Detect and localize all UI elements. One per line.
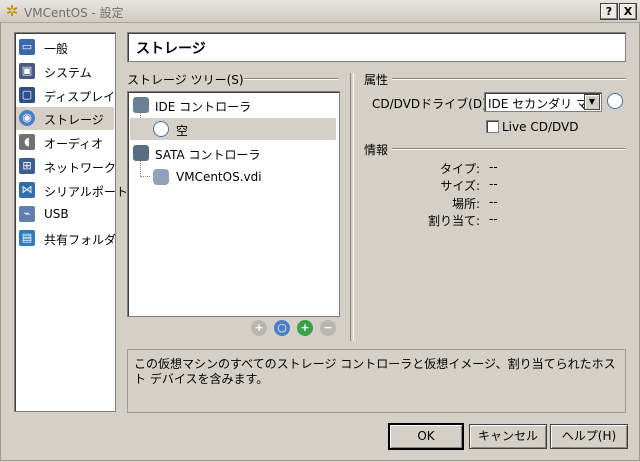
sidebar-item-label: オーディオ — [44, 137, 104, 151]
usb-icon: ⌁ — [19, 206, 35, 222]
sidebar-item-label: 共有フォルダ — [44, 233, 117, 247]
sidebar-item-label: システム — [44, 66, 92, 80]
tree-node-label: 空 — [176, 124, 189, 138]
info-header: 情報 — [364, 143, 389, 157]
live-cd-label: Live CD/DVD — [502, 120, 579, 134]
hard-disk-icon — [153, 169, 169, 185]
storage-tree-header: ストレージ ツリー(S) — [127, 73, 244, 87]
info-location-label: 場所: — [451, 197, 480, 211]
info-attached-label: 割り当て: — [427, 214, 480, 228]
chevron-down-icon[interactable]: ▼ — [584, 94, 600, 110]
storage-tree[interactable]: IDE コントローラ 空 SATA コントローラ VMCentOS.vdi — [127, 91, 340, 317]
gear-icon: ✲ — [5, 2, 19, 20]
sidebar-item-label: シリアルポート — [44, 185, 128, 199]
sidebar-item-label: USB — [44, 207, 69, 221]
audio-icon: ◖ — [19, 134, 35, 150]
remove-attachment-icon[interactable]: − — [320, 320, 336, 336]
info-attached-value: -- — [489, 212, 498, 226]
sidebar-item-label: ネットワーク — [44, 161, 117, 175]
tree-node-sata-controller[interactable]: SATA コントローラ — [130, 142, 336, 164]
attributes-header: 属性 — [364, 73, 389, 87]
shared-folder-icon: ▤ — [19, 230, 35, 246]
add-cd-icon[interactable]: ○ — [274, 320, 290, 336]
sidebar-item-serial-port[interactable]: ⋈ シリアルポート — [16, 179, 128, 202]
sata-controller-icon — [133, 145, 149, 161]
network-icon: ⊞ — [19, 158, 35, 174]
display-icon: ▢ — [19, 87, 35, 103]
tree-node-label: SATA コントローラ — [155, 148, 261, 162]
sidebar-item-system[interactable]: ▣ システム — [16, 60, 114, 83]
tree-node-vdi-disk[interactable]: VMCentOS.vdi — [130, 166, 336, 188]
close-window-button[interactable]: X — [619, 3, 637, 20]
cancel-button[interactable]: キャンセル — [469, 424, 547, 449]
tree-node-ide-controller[interactable]: IDE コントローラ — [130, 94, 336, 116]
sidebar-item-label: 一般 — [44, 42, 69, 56]
sidebar-item-audio[interactable]: ◖ オーディオ — [16, 131, 114, 154]
sidebar-item-display[interactable]: ▢ ディスプレイ — [16, 84, 116, 107]
info-header-line — [392, 148, 626, 150]
sidebar-item-usb[interactable]: ⌁ USB — [16, 203, 114, 226]
panel-splitter[interactable] — [350, 73, 354, 341]
info-location-value: -- — [489, 195, 498, 209]
description-panel: この仮想マシンのすべてのストレージ コントローラと仮想イメージ、割り当てられたホ… — [127, 349, 626, 413]
info-type-label: タイプ: — [439, 162, 480, 176]
tree-node-label: VMCentOS.vdi — [176, 170, 262, 184]
add-disk-icon[interactable]: + — [297, 320, 313, 336]
serial-port-icon: ⋈ — [19, 182, 35, 198]
attributes-header-line — [392, 78, 626, 80]
sidebar-item-general[interactable]: ▭ 一般 — [16, 36, 114, 59]
tree-node-label: IDE コントローラ — [155, 100, 252, 114]
info-size-value: -- — [489, 177, 498, 191]
ide-controller-icon — [133, 97, 149, 113]
description-text: この仮想マシンのすべてのストレージ コントローラと仮想イメージ、割り当てられたホ… — [134, 357, 616, 386]
help-button[interactable]: ヘルプ(H) — [550, 424, 628, 449]
tree-node-empty-cd[interactable]: 空 — [130, 118, 336, 140]
sidebar-item-label: ディスプレイ — [44, 90, 116, 104]
info-type-value: -- — [489, 160, 498, 174]
live-cd-checkbox[interactable] — [486, 120, 499, 133]
sidebar-item-storage[interactable]: ◉ ストレージ — [16, 107, 114, 130]
info-size-label: サイズ: — [440, 179, 480, 193]
sidebar-item-label: ストレージ — [44, 113, 104, 127]
storage-tree-header-line — [244, 78, 339, 80]
storage-icon: ◉ — [19, 110, 35, 126]
system-icon: ▣ — [19, 63, 35, 79]
settings-sidebar: ▭ 一般 ▣ システム ▢ ディスプレイ ◉ ストレージ ◖ オーディオ ⊞ ネ… — [14, 32, 128, 412]
help-title-button[interactable]: ? — [600, 3, 618, 20]
choose-image-icon[interactable] — [607, 93, 623, 109]
ok-button[interactable]: OK — [388, 423, 464, 450]
add-controller-icon[interactable]: + — [251, 320, 267, 336]
title-bar: ✲ VMCentOS - 設定 ? X — [0, 0, 640, 23]
sidebar-item-shared-folder[interactable]: ▤ 共有フォルダ — [16, 227, 117, 250]
page-title: ストレージ — [127, 32, 626, 62]
general-icon: ▭ — [19, 39, 35, 55]
cd-dvd-drive-label: CD/DVDドライブ(D): — [372, 97, 491, 111]
window-title: VMCentOS - 設定 — [24, 6, 124, 20]
cd-disc-icon — [153, 121, 169, 137]
page-title-text: ストレージ — [136, 41, 206, 57]
sidebar-item-network[interactable]: ⊞ ネットワーク — [16, 155, 117, 178]
